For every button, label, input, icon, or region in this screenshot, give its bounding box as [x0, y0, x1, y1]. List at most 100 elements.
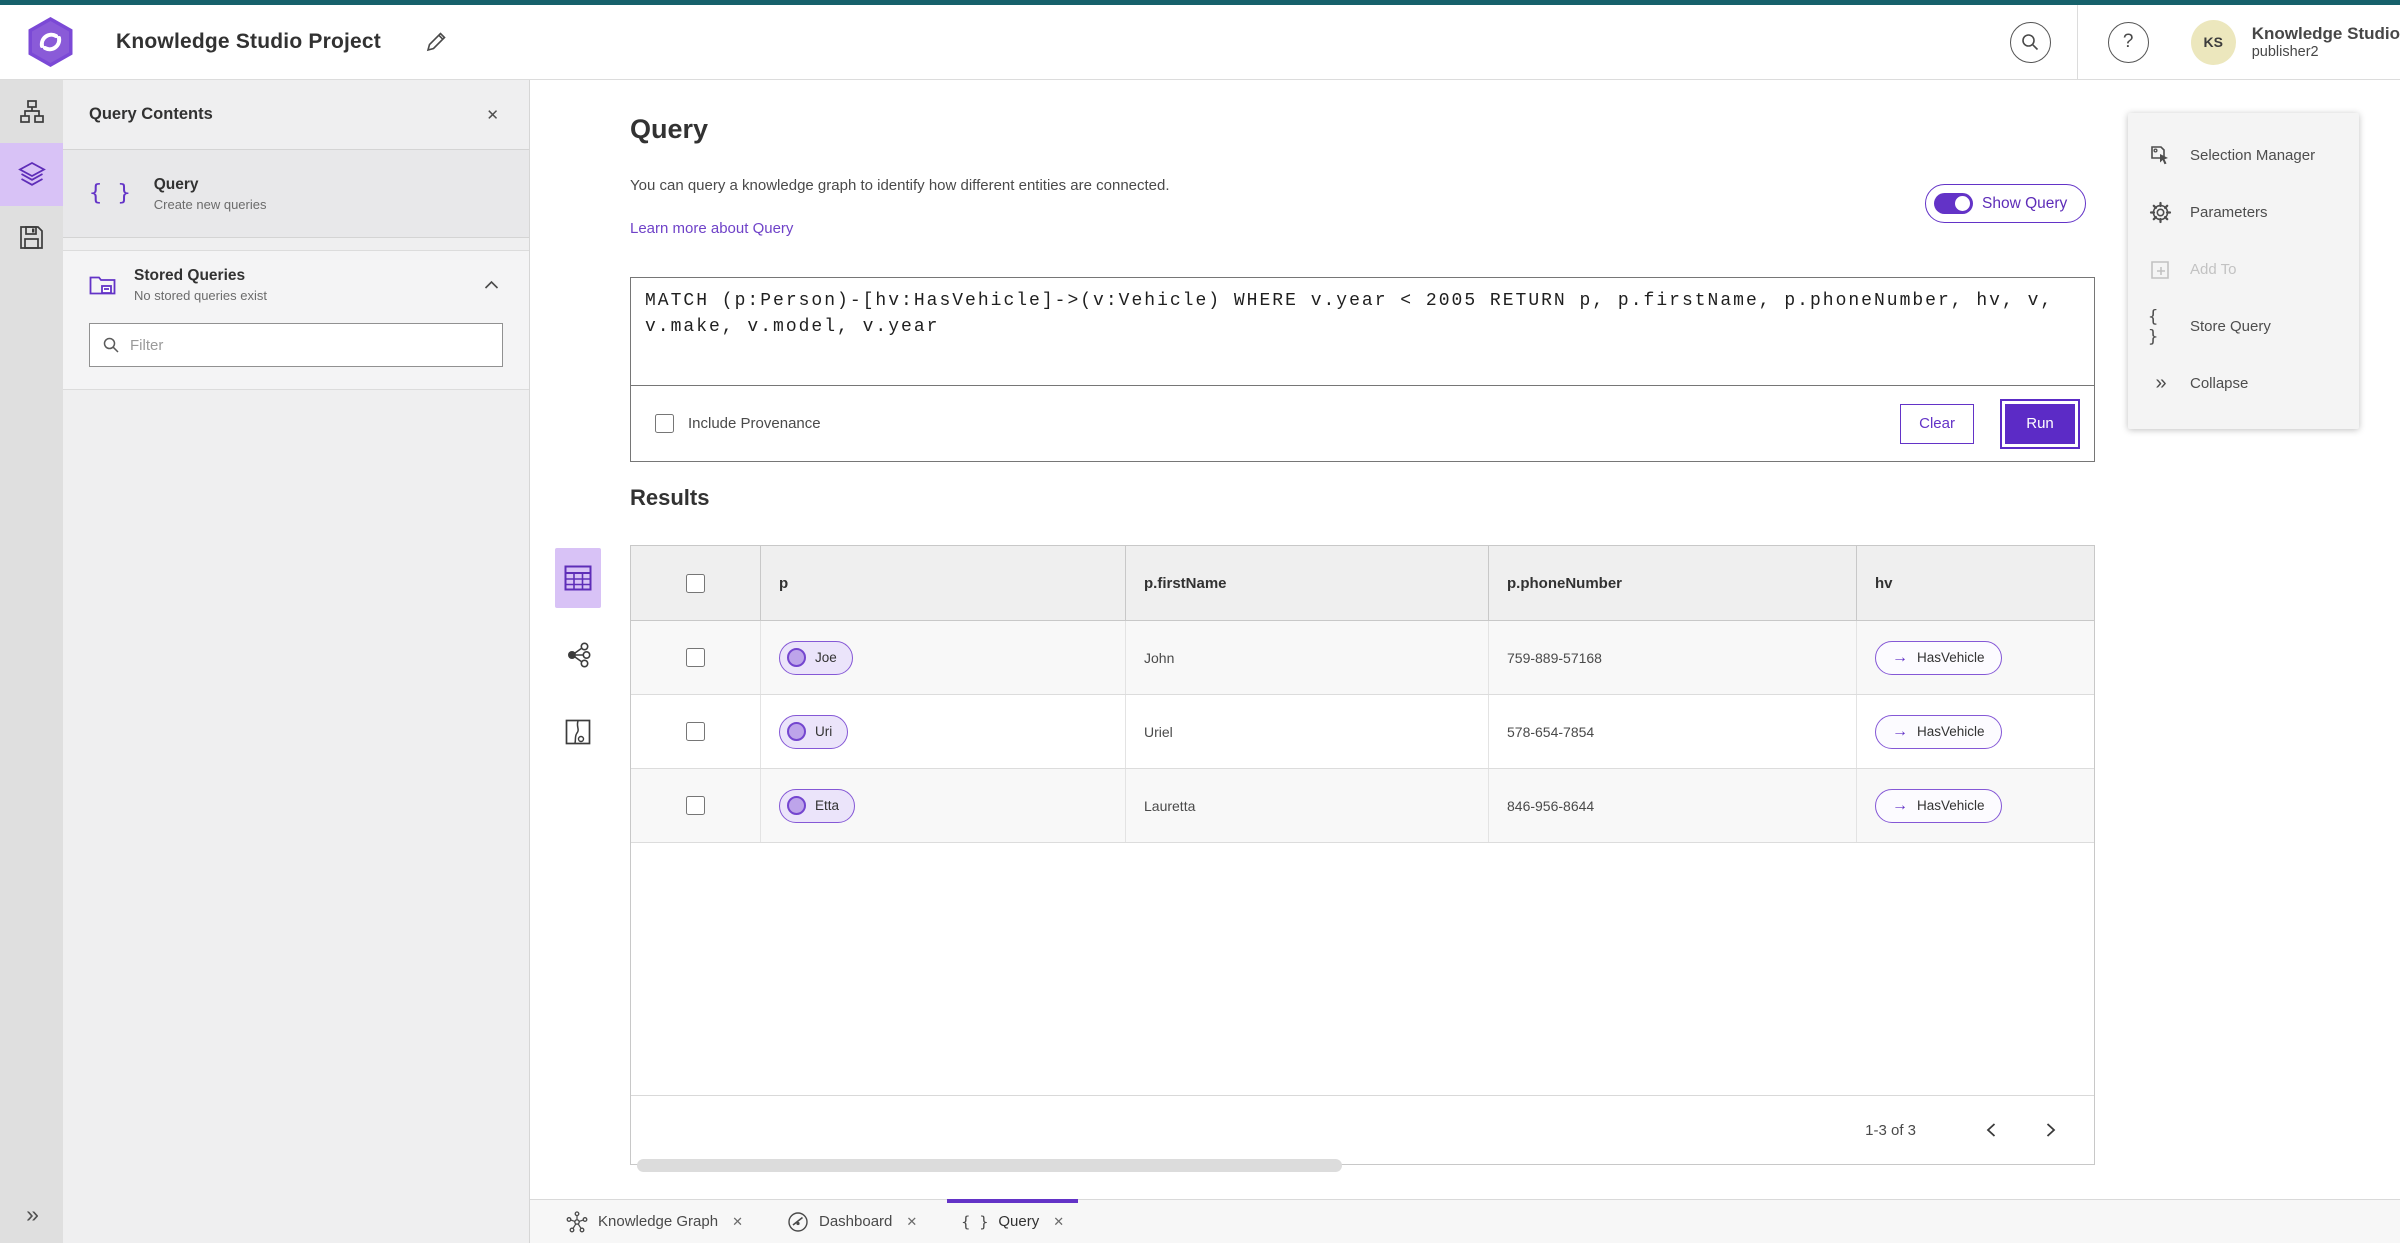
entity-pill[interactable]: Uri — [779, 714, 849, 749]
page-description: You can query a knowledge graph to ident… — [630, 177, 1170, 194]
learn-more-link[interactable]: Learn more about Query — [630, 220, 793, 237]
menu-item-store-query[interactable]: { } Store Query — [2128, 298, 2359, 355]
cell-phonenumber: 578-654-7854 — [1489, 695, 1857, 768]
cell-firstname: Uriel — [1126, 695, 1489, 768]
knowledge-graph-icon — [566, 1210, 588, 1232]
editor-footer: Include Provenance Clear Run — [631, 386, 2094, 461]
row-checkbox[interactable] — [686, 722, 705, 741]
avatar[interactable]: KS — [2190, 19, 2236, 65]
query-item-title: Query — [153, 175, 199, 193]
entity-label: Uri — [815, 724, 833, 739]
entity-node-icon — [787, 796, 806, 815]
user-name: publisher2 — [2251, 44, 2319, 61]
relationship-pill[interactable]: → HasVehicle — [1875, 640, 2002, 675]
column-header-hv[interactable]: hv — [1857, 546, 2094, 620]
view-toggle-chart[interactable] — [555, 702, 601, 762]
entity-label: Etta — [815, 798, 840, 813]
relationship-arrow-icon: → — [1892, 796, 1908, 814]
stored-queries-section: Stored Queries No stored queries exist — [63, 250, 529, 390]
query-item-subtitle: Create new queries — [153, 196, 267, 212]
chart-view-icon — [565, 719, 591, 745]
cell-p: Joe — [761, 621, 1126, 694]
app-logo-icon — [28, 17, 73, 67]
search-button[interactable] — [2009, 21, 2051, 63]
stored-queries-header[interactable]: Stored Queries No stored queries exist — [63, 251, 529, 313]
prev-page-button[interactable] — [1974, 1113, 2008, 1147]
relationship-label: HasVehicle — [1917, 724, 1985, 739]
menu-item-add-to[interactable]: Add To — [2128, 241, 2359, 298]
rail-item-contents[interactable] — [0, 143, 63, 206]
view-toggle-link-chart[interactable] — [555, 625, 601, 685]
cell-firstname: John — [1126, 621, 1489, 694]
row-checkbox[interactable] — [686, 648, 705, 667]
filter-input[interactable] — [130, 336, 490, 354]
pagination-label: 1-3 of 3 — [1865, 1121, 1916, 1139]
tab-query[interactable]: { } Query ✕ — [939, 1199, 1086, 1243]
cell-firstname: Lauretta — [1126, 769, 1489, 842]
relationship-pill[interactable]: → HasVehicle — [1875, 788, 2002, 823]
results-table: p p.firstName p.phoneNumber hv Joe John … — [630, 545, 2095, 1172]
pencil-icon — [426, 32, 446, 52]
results-title: Results — [630, 485, 710, 510]
query-item-text: Query Create new queries — [154, 176, 267, 212]
next-page-button[interactable] — [2034, 1113, 2068, 1147]
entity-label: Joe — [815, 650, 837, 665]
show-query-label: Show Query — [1982, 194, 2068, 212]
tab-knowledge-graph[interactable]: Knowledge Graph ✕ — [544, 1200, 765, 1243]
menu-item-parameters[interactable]: Parameters — [2128, 184, 2359, 241]
edit-title-button[interactable] — [419, 25, 453, 59]
view-toggle-table[interactable] — [555, 548, 601, 608]
help-button[interactable]: ? — [2107, 21, 2149, 63]
menu-item-collapse[interactable]: » Collapse — [2128, 355, 2359, 412]
column-header-firstname[interactable]: p.firstName — [1126, 546, 1489, 620]
select-all-checkbox[interactable] — [686, 573, 705, 593]
row-select-cell — [631, 695, 761, 768]
clear-button[interactable]: Clear — [1900, 403, 1974, 444]
header-help-wrap: ? — [2078, 21, 2149, 63]
folder-icon — [89, 276, 116, 294]
row-select-cell — [631, 621, 761, 694]
tab-close-icon[interactable]: ✕ — [1053, 1214, 1064, 1230]
menu-item-label: Store Query — [2190, 318, 2271, 335]
save-icon — [20, 226, 43, 249]
entity-pill[interactable]: Etta — [779, 788, 856, 823]
gear-icon — [2148, 201, 2172, 224]
rail-item-link-chart[interactable] — [0, 80, 63, 143]
include-provenance-checkbox[interactable] — [655, 414, 674, 433]
filter-search-icon — [103, 337, 119, 353]
tab-dashboard[interactable]: Dashboard ✕ — [765, 1200, 939, 1243]
double-chevron-right-icon: » — [26, 1200, 39, 1227]
main-content: Query You can query a knowledge graph to… — [530, 80, 2400, 1199]
table-row: Joe John 759-889-57168 → HasVehicle — [631, 621, 2094, 695]
relationship-pill[interactable]: → HasVehicle — [1875, 714, 2002, 749]
user-org-name: Knowledge Studio — [2251, 24, 2400, 44]
run-button[interactable]: Run — [2000, 398, 2080, 449]
panel-title: Query Contents — [89, 105, 213, 123]
tab-close-icon[interactable]: ✕ — [906, 1214, 917, 1230]
panel-close-button[interactable]: ✕ — [482, 102, 503, 128]
menu-item-label: Selection Manager — [2190, 147, 2316, 164]
menu-item-selection-manager[interactable]: Selection Manager — [2128, 127, 2359, 184]
rail-item-save[interactable] — [0, 206, 63, 269]
column-header-phonenumber[interactable]: p.phoneNumber — [1489, 546, 1857, 620]
dashboard-icon — [788, 1211, 808, 1232]
entity-pill[interactable]: Joe — [779, 640, 853, 675]
relationship-arrow-icon: → — [1892, 648, 1908, 666]
show-query-toggle[interactable]: Show Query — [1925, 184, 2087, 223]
link-chart-view-icon — [568, 642, 591, 668]
close-icon: ✕ — [486, 106, 499, 124]
cell-hv: → HasVehicle — [1857, 695, 2094, 768]
stored-queries-text: Stored Queries No stored queries exist — [134, 267, 462, 303]
select-all-cell — [631, 546, 761, 620]
collapse-section-button[interactable] — [480, 276, 503, 294]
expand-rail-button[interactable]: » — [0, 1191, 63, 1237]
query-textarea[interactable]: MATCH (p:Person)-[hv:HasVehicle]->(v:Veh… — [631, 278, 2094, 386]
column-header-p[interactable]: p — [761, 546, 1126, 620]
project-title: Knowledge Studio Project — [116, 30, 381, 53]
app-header: Knowledge Studio Project ? KS Knowledge … — [0, 4, 2400, 80]
row-checkbox[interactable] — [686, 796, 705, 815]
tab-close-icon[interactable]: ✕ — [732, 1214, 743, 1230]
sidebar-item-query[interactable]: { } Query Create new queries — [63, 150, 529, 238]
double-chevron-right-icon: » — [2155, 372, 2166, 394]
search-icon — [2022, 34, 2039, 51]
